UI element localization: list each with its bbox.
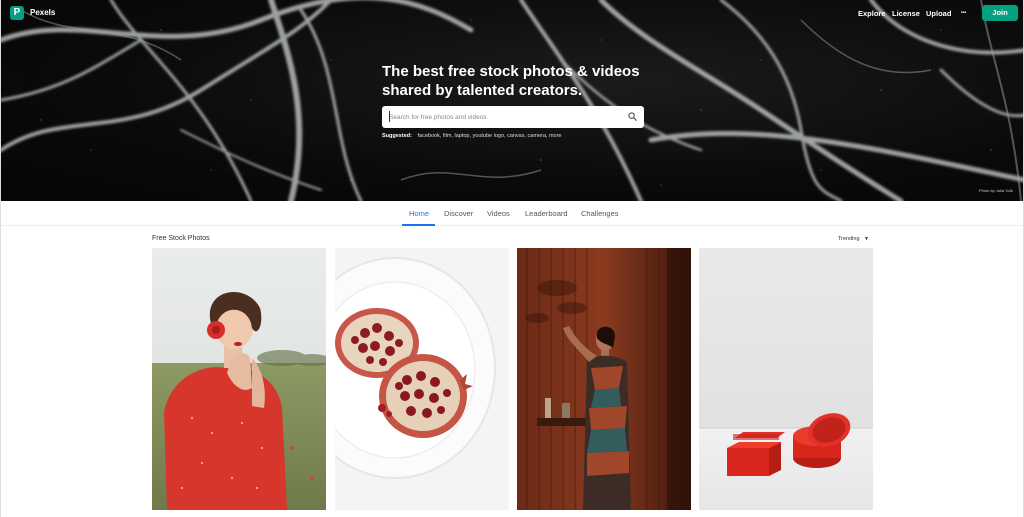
search-icon[interactable] — [628, 112, 637, 121]
pexels-logo-icon[interactable]: P — [10, 6, 24, 20]
section-title: Free Stock Photos — [152, 235, 210, 242]
headline-line-2: shared by talented creators. — [382, 82, 583, 99]
hero-background-image — [1, 0, 1023, 201]
more-menu-icon[interactable]: ••• — [961, 10, 966, 16]
top-navigation-bar: P Pexels Explore License Upload ••• Join — [1, 0, 1023, 28]
photo-woman-brown-wall — [517, 248, 691, 510]
photo-woman-red-dress — [152, 248, 326, 510]
search-bar[interactable] — [382, 106, 644, 128]
brand-name[interactable]: Pexels — [30, 8, 55, 17]
photo-card-woman-red-dress[interactable] — [152, 248, 326, 510]
photo-red-boxes — [699, 248, 873, 510]
active-tab-indicator — [402, 224, 435, 226]
search-input[interactable] — [389, 110, 619, 124]
suggested-label: Suggested: — [382, 133, 412, 139]
sort-label: Trending — [838, 236, 860, 242]
suggested-tags[interactable]: facebook, film, laptop, youtube logo, ca… — [417, 133, 561, 139]
nav-explore[interactable]: Explore — [858, 9, 886, 18]
tab-leaderboard[interactable]: Leaderboard — [525, 209, 568, 218]
photo-card-pomegranate[interactable] — [335, 248, 509, 510]
chevron-down-icon: ▼ — [864, 236, 869, 242]
hero-banner: P Pexels Explore License Upload ••• Join… — [1, 0, 1023, 201]
page: P Pexels Explore License Upload ••• Join… — [0, 0, 1024, 517]
text-cursor — [389, 111, 390, 122]
tab-home[interactable]: Home — [409, 209, 429, 218]
suggested-searches: Suggested: facebook, film, laptop, youtu… — [382, 133, 561, 139]
tab-videos[interactable]: Videos — [487, 209, 510, 218]
photo-pomegranate — [335, 248, 509, 510]
tab-challenges[interactable]: Challenges — [581, 209, 619, 218]
headline-line-1: The best free stock photos & videos — [382, 63, 640, 80]
nav-upload[interactable]: Upload — [926, 9, 951, 18]
photo-card-woman-brown-wall[interactable] — [517, 248, 691, 510]
join-button[interactable]: Join — [982, 5, 1018, 21]
sort-dropdown[interactable]: Trending ▼ — [838, 236, 869, 242]
content-tabs: Home Discover Videos Leaderboard Challen… — [1, 201, 1023, 226]
tab-discover[interactable]: Discover — [444, 209, 473, 218]
nav-license[interactable]: License — [892, 9, 920, 18]
hero-headline: The best free stock photos & videos shar… — [382, 62, 682, 100]
photo-card-red-boxes[interactable] — [699, 248, 873, 510]
photo-credit[interactable]: Photo by Julia Volk — [979, 188, 1013, 193]
